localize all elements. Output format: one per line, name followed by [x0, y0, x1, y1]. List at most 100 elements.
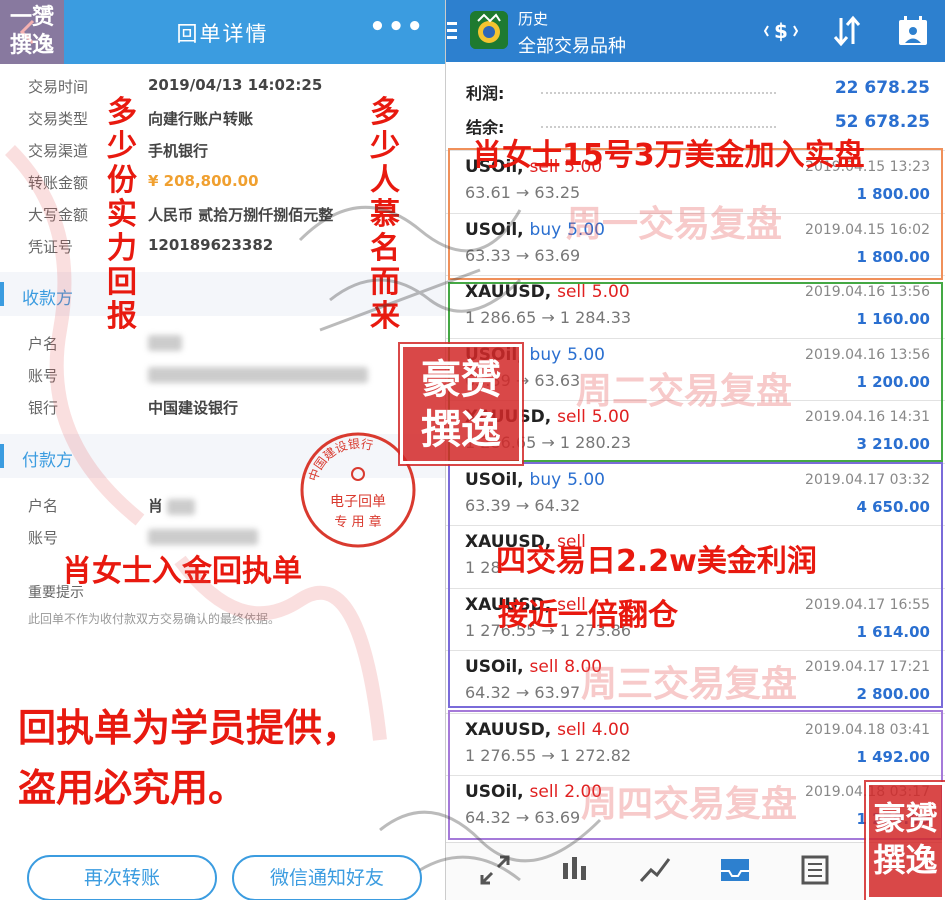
trade-prices: 63.61 → 63.25: [465, 183, 581, 202]
quotes-chart-icon[interactable]: [558, 853, 592, 887]
trade-side: buy: [529, 470, 562, 490]
trade-lots: 5.00: [567, 470, 605, 490]
detail-value: 中国建设银行: [148, 399, 239, 417]
overlay-caption-mid-2: 接近一倍翻仓: [498, 598, 678, 633]
payee-account-row: 账号: [0, 358, 445, 390]
trade-prices: 64.32 → 63.97: [465, 683, 581, 702]
detail-label: 账号: [28, 529, 59, 547]
summary-label: 利润:: [466, 84, 505, 103]
history-header: 历史 全部交易品种 $: [446, 0, 945, 62]
trade-profit: 4 650.00: [856, 498, 930, 516]
detail-value: 2019/04/13 14:02:25: [148, 76, 323, 94]
menu-icon[interactable]: [446, 18, 462, 42]
watermark-seal-bottom: 豪赟撰逸: [864, 780, 945, 900]
detail-value: 120189623382: [148, 236, 274, 254]
trade-time: 2019.04.17 03:32: [805, 472, 930, 488]
trade-profit: 1 800.00: [856, 248, 930, 266]
news-icon[interactable]: [798, 853, 832, 887]
trade-prices: 63.33 → 63.69: [465, 246, 581, 265]
transfer-amount: ¥ 208,800.00: [148, 172, 259, 190]
section-accent: [0, 444, 4, 468]
detail-label: 账号: [28, 367, 59, 385]
detail-label: 户名: [28, 497, 59, 515]
trade-time: 2019.04.15 16:02: [805, 222, 930, 238]
transfer-again-button[interactable]: 再次转账: [27, 855, 217, 900]
detail-value: 人民币 贰拾万捌仟捌佰元整: [148, 206, 334, 224]
detail-label: 大写金额: [28, 206, 89, 224]
trade-lots: 5.00: [591, 282, 630, 302]
trade-profit: 3 210.00: [856, 435, 930, 453]
trade-time: 2019.04.18 03:41: [805, 722, 930, 738]
overlay-caption-top: 肖女士15号3万美金加入实盘: [472, 138, 865, 173]
overlay-note-2: 盗用必究用。: [18, 766, 247, 810]
summary-profit-row: 利润: 22 678.25: [446, 74, 945, 106]
overlay-vertical-text-1: 多少份实力回报: [107, 95, 137, 334]
overlay-vertical-text-2: 多少人慕名而来: [370, 95, 400, 334]
trade-side: sell: [557, 720, 586, 740]
detail-label: 交易渠道: [28, 142, 89, 160]
redacted-value: [148, 365, 368, 383]
watermark-wednesday: 周三交易复盘: [581, 664, 798, 705]
trade-row[interactable]: USOil, buy 5.00 63.39 → 64.32 2019.04.17 0…: [446, 463, 945, 525]
trade-profit: 1 200.00: [856, 373, 930, 391]
trade-prices: 1 286.65 → 1 284.33: [465, 308, 632, 327]
watermark-seal-middle: 豪赟撰逸: [398, 342, 524, 466]
screenshot-collage: 回单详情 ••• 交易时间 2019/04/13 14:02:25 交易类型 向…: [0, 0, 945, 900]
section-title: 收款方: [22, 289, 73, 309]
trade-time: 2019.04.17 16:55: [805, 597, 930, 613]
trend-icon[interactable]: [638, 853, 672, 887]
history-tab-icon[interactable]: [718, 853, 752, 887]
section-accent: [0, 282, 4, 306]
trade-prices: 64.32 → 63.69: [465, 808, 581, 827]
redacted-value: [148, 527, 258, 545]
watermark-thursday: 周四交易复盘: [581, 784, 798, 825]
trade-symbol: XAUUSD, sell 4.00: [465, 720, 630, 740]
sort-icon[interactable]: [830, 14, 864, 48]
trade-symbol: USOil, buy 5.00: [465, 470, 605, 490]
seal-line2: 专 用 章: [334, 514, 381, 530]
trade-side: buy: [529, 345, 562, 365]
receipt-header: 回单详情 •••: [0, 0, 445, 64]
tip-text: 此回单不作为收付款双方交易确认的最终依据。: [28, 612, 281, 626]
detail-label: 户名: [28, 335, 59, 353]
detail-label: 转账金额: [28, 174, 89, 192]
trade-side: buy: [529, 220, 562, 240]
detail-value: 手机银行: [148, 142, 209, 160]
trade-side: sell: [557, 282, 586, 302]
payee-bank-row: 银行 中国建设银行: [0, 390, 445, 422]
trade-prices: 63.39 → 64.32: [465, 496, 581, 515]
trade-time: 2019.04.16 13:56: [805, 347, 930, 363]
expand-icon[interactable]: [478, 853, 512, 887]
overlay-note-1: 回执单为学员提供，: [18, 706, 361, 750]
trade-side: sell: [529, 657, 559, 677]
detail-label: 交易时间: [28, 78, 89, 96]
trade-lots: 4.00: [591, 720, 630, 740]
currency-swap-icon[interactable]: $: [764, 14, 798, 48]
trade-row[interactable]: XAUUSD, sell 5.00 1 286.65 → 1 284.33 2019…: [446, 275, 945, 337]
summary-value: 22 678.25: [834, 78, 930, 98]
redacted-value: [148, 333, 182, 351]
trade-profit: 1 160.00: [856, 310, 930, 328]
section-title: 付款方: [22, 451, 73, 471]
receipt-panel: 回单详情 ••• 交易时间 2019/04/13 14:02:25 交易类型 向…: [0, 0, 445, 900]
trade-profit: 1 492.00: [856, 748, 930, 766]
header-subtitle[interactable]: 全部交易品种: [518, 32, 626, 58]
wechat-notify-button[interactable]: 微信通知好友: [232, 855, 422, 900]
watermark-monday: 周一交易复盘: [566, 204, 783, 245]
trade-profit: 1 614.00: [856, 623, 930, 641]
trade-row[interactable]: XAUUSD, sell 4.00 1 276.55 → 1 272.82 2019…: [446, 713, 945, 775]
trade-time: 2019.04.16 14:31: [805, 409, 930, 425]
trade-symbol: XAUUSD, sell 5.00: [465, 282, 630, 302]
seal-line1: 电子回单: [330, 494, 386, 510]
overlay-receipt-caption: 肖女士入金回执单: [62, 554, 302, 589]
svg-text:$: $: [774, 19, 788, 43]
detail-label: 凭证号: [28, 238, 74, 256]
calendar-icon[interactable]: [896, 14, 930, 48]
dotted-leader: [541, 92, 776, 94]
more-icon[interactable]: •••: [369, 12, 425, 42]
detail-label: 银行: [28, 399, 59, 417]
header-title: 历史: [518, 10, 549, 28]
summary-value: 52 678.25: [834, 112, 930, 132]
trade-profit: 2 800.00: [856, 685, 930, 703]
detail-label: 交易类型: [28, 110, 89, 128]
